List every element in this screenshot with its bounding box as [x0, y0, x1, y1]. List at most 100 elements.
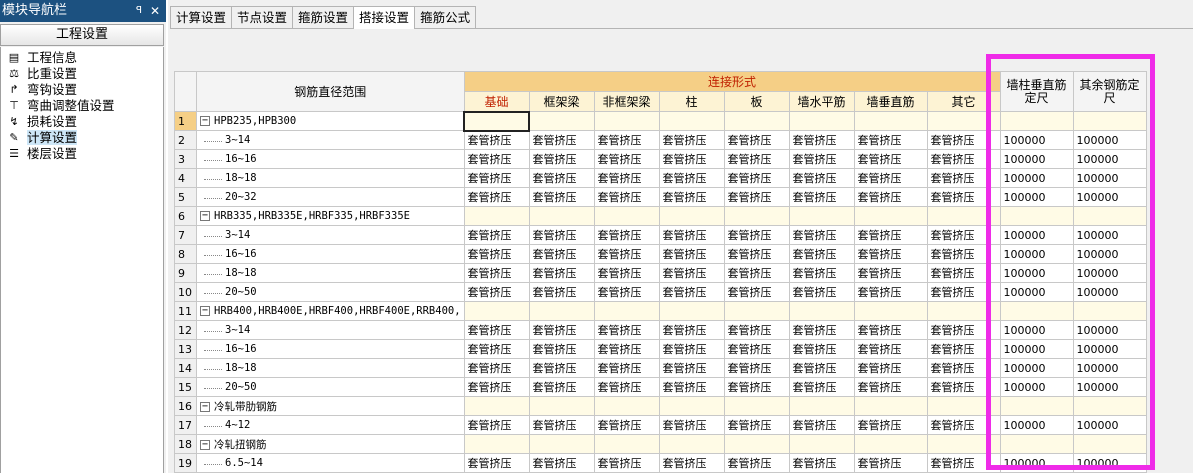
- tab-2[interactable]: 箍筋设置: [292, 6, 355, 28]
- connection-cell[interactable]: 套管挤压: [463, 263, 530, 283]
- range-name[interactable]: 20~32: [196, 187, 465, 207]
- connection-cell[interactable]: [593, 434, 660, 454]
- range-name[interactable]: 18~18: [196, 358, 465, 378]
- connection-cell[interactable]: 套管挤压: [593, 149, 660, 169]
- connection-cell[interactable]: 套管挤压: [528, 453, 595, 473]
- connection-cell[interactable]: 套管挤压: [853, 225, 928, 245]
- tab-4[interactable]: 箍筋公式: [414, 6, 477, 28]
- connection-cell[interactable]: 套管挤压: [528, 187, 595, 207]
- connection-cell[interactable]: [528, 301, 595, 321]
- connection-cell[interactable]: 套管挤压: [593, 168, 660, 188]
- connection-cell[interactable]: 套管挤压: [788, 225, 855, 245]
- connection-cell[interactable]: 套管挤压: [723, 130, 790, 150]
- tab-0[interactable]: 计算设置: [170, 6, 233, 28]
- connection-cell[interactable]: 套管挤压: [658, 263, 725, 283]
- connection-cell[interactable]: 套管挤压: [658, 187, 725, 207]
- range-name[interactable]: 16~16: [196, 339, 465, 359]
- connection-cell[interactable]: 套管挤压: [528, 149, 595, 169]
- connection-cell[interactable]: 套管挤压: [463, 225, 530, 245]
- connection-cell[interactable]: 套管挤压: [528, 339, 595, 359]
- connection-cell[interactable]: 套管挤压: [723, 377, 790, 397]
- connection-cell[interactable]: 套管挤压: [463, 168, 530, 188]
- connection-cell[interactable]: 套管挤压: [853, 130, 928, 150]
- connection-cell[interactable]: 套管挤压: [658, 415, 725, 435]
- connection-cell[interactable]: 套管挤压: [853, 168, 928, 188]
- connection-cell[interactable]: 套管挤压: [723, 263, 790, 283]
- connection-cell[interactable]: [463, 301, 530, 321]
- connection-cell[interactable]: [853, 301, 928, 321]
- range-name[interactable]: − 冷轧带肋钢筋: [196, 396, 465, 416]
- connection-cell[interactable]: [723, 301, 790, 321]
- range-name[interactable]: 20~50: [196, 377, 465, 397]
- nav-item-loss[interactable]: ↯ 损耗设置: [1, 114, 163, 130]
- connection-cell[interactable]: 套管挤压: [658, 377, 725, 397]
- connection-cell[interactable]: 套管挤压: [853, 149, 928, 169]
- range-name[interactable]: − HRB400,HRB400E,HRBF400,HRBF400E,RRB400,: [196, 301, 465, 321]
- connection-cell[interactable]: 套管挤压: [463, 320, 530, 340]
- connection-cell[interactable]: 套管挤压: [528, 320, 595, 340]
- connection-cell[interactable]: 套管挤压: [853, 339, 928, 359]
- connection-cell[interactable]: 套管挤压: [723, 320, 790, 340]
- connection-cell[interactable]: 套管挤压: [658, 320, 725, 340]
- connection-cell[interactable]: 套管挤压: [788, 263, 855, 283]
- connection-cell[interactable]: 套管挤压: [723, 358, 790, 378]
- connection-cell[interactable]: [528, 434, 595, 454]
- connection-cell[interactable]: 套管挤压: [853, 244, 928, 264]
- connection-cell[interactable]: 套管挤压: [723, 225, 790, 245]
- connection-cell[interactable]: [658, 434, 725, 454]
- connection-cell[interactable]: 套管挤压: [788, 282, 855, 302]
- nav-item-floor[interactable]: ☰ 楼层设置: [1, 146, 163, 162]
- connection-cell[interactable]: 套管挤压: [788, 244, 855, 264]
- connection-cell[interactable]: [723, 396, 790, 416]
- connection-cell[interactable]: [723, 206, 790, 226]
- connection-cell[interactable]: [593, 206, 660, 226]
- connection-cell[interactable]: [853, 434, 928, 454]
- nav-item-weight[interactable]: ⚖ 比重设置: [1, 66, 163, 82]
- connection-cell[interactable]: 套管挤压: [853, 187, 928, 207]
- connection-cell[interactable]: 套管挤压: [593, 282, 660, 302]
- collapse-icon[interactable]: −: [200, 439, 210, 450]
- connection-cell[interactable]: [463, 110, 531, 132]
- tab-3[interactable]: 搭接设置: [353, 6, 416, 29]
- connection-cell[interactable]: [853, 111, 928, 131]
- collapse-icon[interactable]: −: [200, 401, 210, 412]
- connection-cell[interactable]: [658, 111, 725, 131]
- connection-cell[interactable]: [788, 111, 855, 131]
- connection-cell[interactable]: 套管挤压: [463, 282, 530, 302]
- connection-cell[interactable]: 套管挤压: [853, 263, 928, 283]
- connection-cell[interactable]: 套管挤压: [593, 377, 660, 397]
- collapse-icon[interactable]: −: [200, 306, 210, 316]
- connection-cell[interactable]: [463, 206, 530, 226]
- connection-cell[interactable]: 套管挤压: [528, 263, 595, 283]
- connection-cell[interactable]: 套管挤压: [528, 415, 595, 435]
- connection-cell[interactable]: 套管挤压: [658, 149, 725, 169]
- connection-cell[interactable]: 套管挤压: [853, 415, 928, 435]
- connection-cell[interactable]: 套管挤压: [463, 415, 530, 435]
- connection-cell[interactable]: 套管挤压: [723, 339, 790, 359]
- connection-cell[interactable]: 套管挤压: [463, 358, 530, 378]
- connection-cell[interactable]: 套管挤压: [723, 168, 790, 188]
- range-name[interactable]: 3~14: [196, 130, 465, 150]
- collapse-icon[interactable]: −: [200, 116, 210, 126]
- connection-cell[interactable]: [853, 396, 928, 416]
- connection-cell[interactable]: 套管挤压: [593, 263, 660, 283]
- connection-cell[interactable]: [593, 396, 660, 416]
- connection-cell[interactable]: [723, 434, 790, 454]
- connection-cell[interactable]: 套管挤压: [658, 339, 725, 359]
- range-name[interactable]: − HRB335,HRB335E,HRBF335,HRBF335E: [196, 206, 465, 226]
- connection-cell[interactable]: 套管挤压: [788, 377, 855, 397]
- connection-cell[interactable]: [658, 206, 725, 226]
- nav-item-calc[interactable]: ✎ 计算设置: [1, 130, 163, 146]
- nav-item-bend[interactable]: ⊤ 弯曲调整值设置: [1, 98, 163, 114]
- connection-cell[interactable]: 套管挤压: [723, 244, 790, 264]
- range-name[interactable]: − HPB235,HPB300: [196, 111, 465, 131]
- connection-cell[interactable]: 套管挤压: [463, 130, 530, 150]
- range-name[interactable]: 6.5~14: [196, 453, 465, 473]
- range-name[interactable]: 16~16: [196, 244, 465, 264]
- connection-cell[interactable]: 套管挤压: [528, 168, 595, 188]
- connection-cell[interactable]: 套管挤压: [593, 415, 660, 435]
- connection-cell[interactable]: [788, 206, 855, 226]
- nav-item-project-info[interactable]: ▤ 工程信息: [1, 50, 163, 66]
- connection-cell[interactable]: 套管挤压: [658, 225, 725, 245]
- connection-cell[interactable]: [788, 396, 855, 416]
